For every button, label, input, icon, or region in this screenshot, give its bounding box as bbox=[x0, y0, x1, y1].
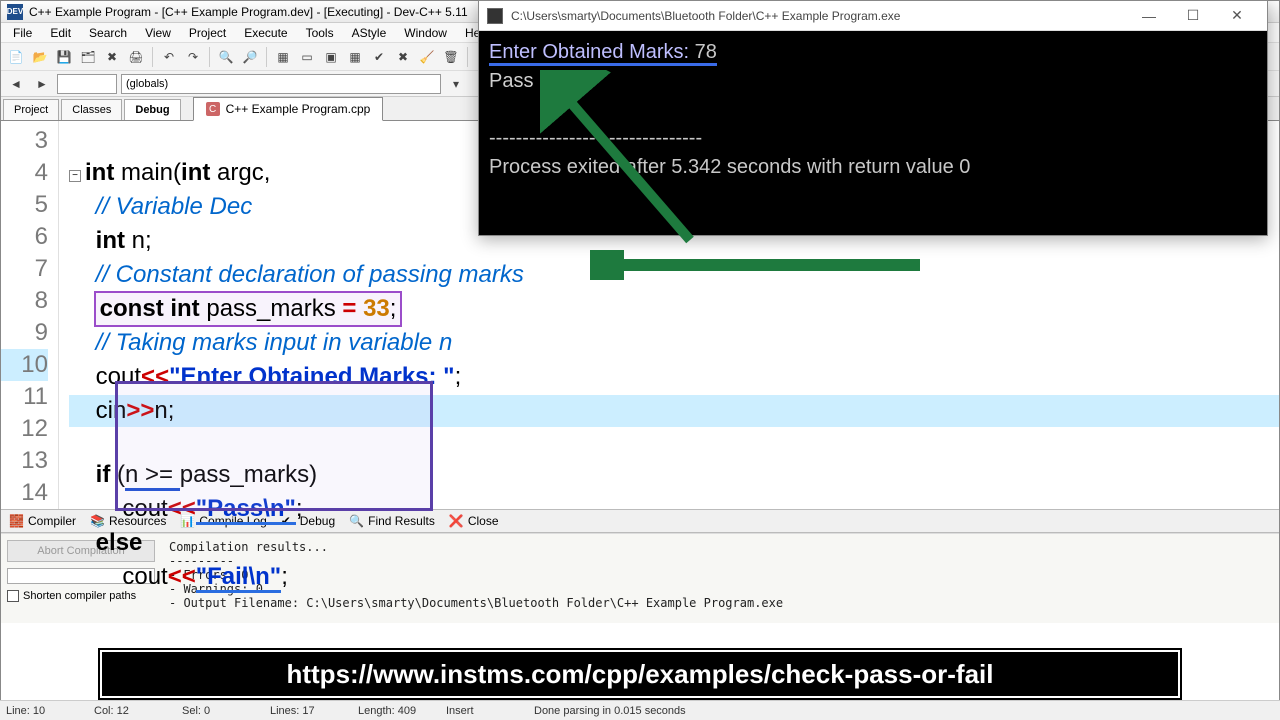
menu-file[interactable]: File bbox=[5, 24, 40, 42]
globals-combo[interactable]: (globals) bbox=[121, 74, 441, 94]
console-titlebar[interactable]: C:\Users\smarty\Documents\Bluetooth Fold… bbox=[479, 1, 1267, 31]
separator bbox=[209, 47, 210, 67]
back-icon[interactable]: ◄ bbox=[5, 73, 27, 95]
close-button[interactable]: ✕ bbox=[1215, 2, 1259, 30]
menu-tools[interactable]: Tools bbox=[298, 24, 342, 42]
menu-view[interactable]: View bbox=[137, 24, 179, 42]
status-mode: Insert bbox=[446, 705, 516, 717]
trash-icon[interactable]: 🗑 bbox=[440, 46, 462, 68]
compile-run-icon[interactable]: ▣ bbox=[320, 46, 342, 68]
editor-tab[interactable]: C C++ Example Program.cpp bbox=[193, 97, 384, 121]
fwd-icon[interactable]: ► bbox=[31, 73, 53, 95]
side-tab-project[interactable]: Project bbox=[3, 99, 59, 120]
file-icon: C bbox=[206, 102, 220, 116]
console-output[interactable]: Enter Obtained Marks: 78 Pass ----------… bbox=[479, 31, 1267, 235]
tab-compiler[interactable]: 🧱Compiler bbox=[9, 514, 76, 528]
menu-search[interactable]: Search bbox=[81, 24, 135, 42]
menu-project[interactable]: Project bbox=[181, 24, 234, 42]
status-col: Col: 12 bbox=[94, 705, 164, 717]
new-icon[interactable]: 📄 bbox=[5, 46, 27, 68]
status-bar: Line: 10 Col: 12 Sel: 0 Lines: 17 Length… bbox=[0, 700, 1280, 720]
separator bbox=[467, 47, 468, 67]
console-icon bbox=[487, 8, 503, 24]
redo-icon[interactable]: ↷ bbox=[182, 46, 204, 68]
status-line: Line: 10 bbox=[6, 705, 76, 717]
open-icon[interactable]: 📂 bbox=[29, 46, 51, 68]
separator bbox=[152, 47, 153, 67]
menu-window[interactable]: Window bbox=[396, 24, 455, 42]
menu-execute[interactable]: Execute bbox=[236, 24, 295, 42]
replace-icon[interactable]: 🔎 bbox=[239, 46, 261, 68]
stop-icon[interactable]: ✖ bbox=[392, 46, 414, 68]
print-icon[interactable]: 🖨 bbox=[125, 46, 147, 68]
checkbox-icon bbox=[7, 590, 19, 602]
fold-icon[interactable]: − bbox=[69, 170, 81, 182]
separator bbox=[266, 47, 267, 67]
close-icon[interactable]: ✖ bbox=[101, 46, 123, 68]
window-title: C++ Example Program - [C++ Example Progr… bbox=[29, 5, 468, 19]
line-gutter: 3 4 5 6 7 8 9 10 11 12 13 14 bbox=[1, 121, 59, 509]
editor-tab-label: C++ Example Program.cpp bbox=[226, 102, 371, 116]
side-tab-classes[interactable]: Classes bbox=[61, 99, 122, 120]
side-tab-debug[interactable]: Debug bbox=[124, 99, 180, 120]
url-overlay: https://www.instms.com/cpp/examples/chec… bbox=[100, 650, 1180, 698]
run-icon[interactable]: ▭ bbox=[296, 46, 318, 68]
profile-icon[interactable]: 🧹 bbox=[416, 46, 438, 68]
maximize-button[interactable]: ☐ bbox=[1171, 2, 1215, 30]
save-icon[interactable]: 💾 bbox=[53, 46, 75, 68]
menu-edit[interactable]: Edit bbox=[42, 24, 79, 42]
menu-astyle[interactable]: AStyle bbox=[344, 24, 395, 42]
saveall-icon[interactable]: 🗂 bbox=[77, 46, 99, 68]
annotation-box bbox=[115, 381, 433, 511]
status-sel: Sel: 0 bbox=[182, 705, 252, 717]
console-title: C:\Users\smarty\Documents\Bluetooth Fold… bbox=[511, 9, 900, 23]
status-lines: Lines: 17 bbox=[270, 705, 340, 717]
scope-combo[interactable] bbox=[57, 74, 117, 94]
status-done: Done parsing in 0.015 seconds bbox=[534, 705, 686, 717]
undo-icon[interactable]: ↶ bbox=[158, 46, 180, 68]
find-icon[interactable]: 🔍 bbox=[215, 46, 237, 68]
debug-icon[interactable]: ✔ bbox=[368, 46, 390, 68]
rebuild-icon[interactable]: ▦ bbox=[344, 46, 366, 68]
compile-icon[interactable]: ▦ bbox=[272, 46, 294, 68]
status-length: Length: 409 bbox=[358, 705, 428, 717]
dropdown-icon[interactable]: ▾ bbox=[445, 73, 467, 95]
minimize-button[interactable]: — bbox=[1127, 2, 1171, 30]
app-icon: DEV bbox=[7, 4, 23, 20]
console-window[interactable]: C:\Users\smarty\Documents\Bluetooth Fold… bbox=[478, 0, 1268, 236]
compiler-icon: 🧱 bbox=[9, 514, 23, 528]
